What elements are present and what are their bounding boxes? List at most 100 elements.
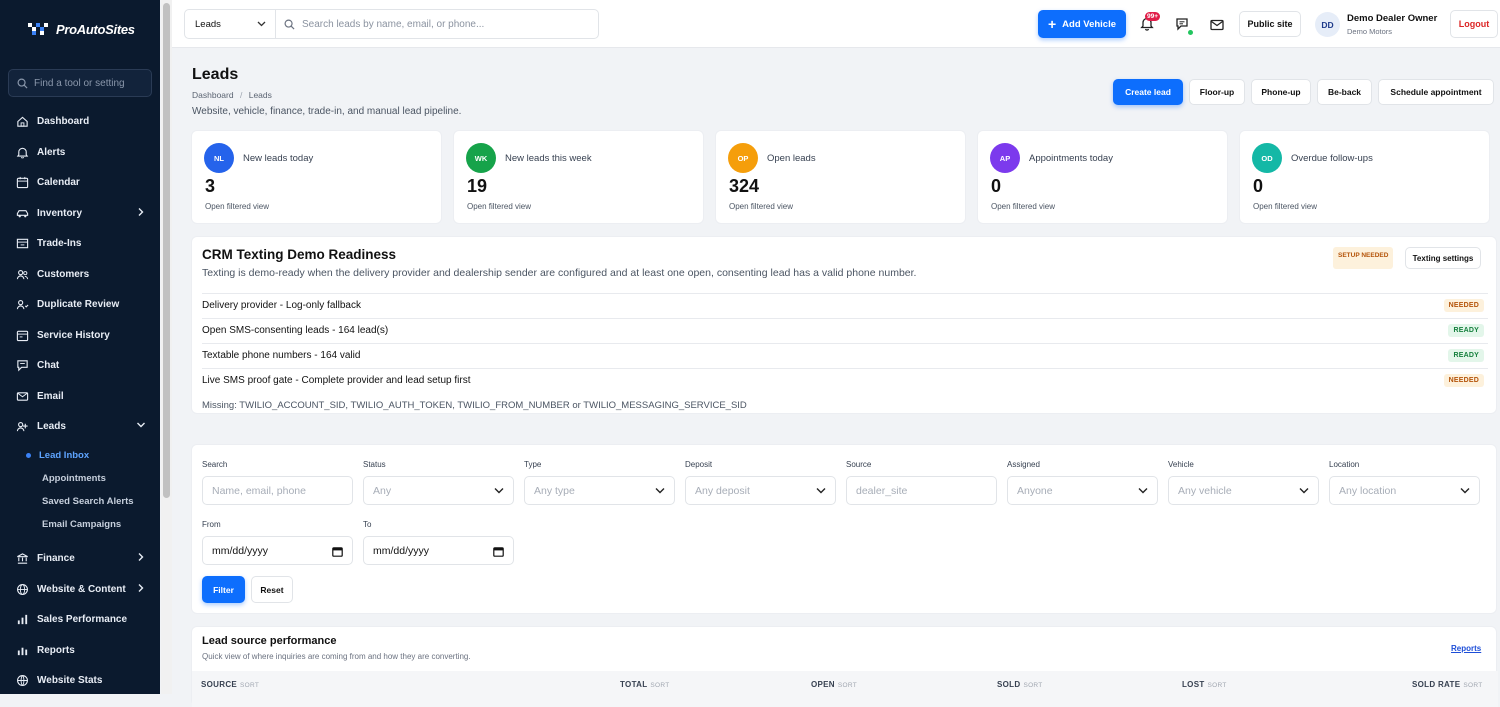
stat-label: Appointments today [1029,153,1113,164]
stat-card-appointments-today[interactable]: AP Appointments today 0 Open filtered view [977,130,1228,224]
stat-card-new-leads-this-week[interactable]: WK New leads this week 19 Open filtered vie… [453,130,704,224]
sidebar-item-label: Leads [37,420,66,432]
column-header-lost[interactable]: LOST SORT [1182,680,1227,689]
column-header-open[interactable]: OPEN SORT [811,680,857,689]
sidebar-subitem-lead-inbox[interactable]: Lead Inbox [26,450,89,461]
column-header-source[interactable]: SOURCE SORT [201,680,259,689]
add-vehicle-button[interactable]: + Add Vehicle [1038,10,1126,38]
sidebar-item-website-and-content[interactable]: Website & Content [16,579,152,599]
sidebar-subitem-saved-search-alerts[interactable]: Saved Search Alerts [30,496,134,507]
sidebar-item-leads[interactable]: Leads [16,416,152,436]
to-date-input[interactable]: mm/dd/yyyy [363,536,514,565]
car-icon [16,209,29,217]
notification-count-badge: 99+ [1145,12,1161,21]
filter-select-vehicle[interactable]: Any vehicle [1168,476,1319,505]
texting-settings-button[interactable]: Texting settings [1405,247,1481,269]
sidebar-item-customers[interactable]: Customers [16,264,152,284]
chevron-right-icon [138,208,144,216]
filter-label-vehicle: Vehicle [1168,460,1194,469]
floor-up-button[interactable]: Floor-up [1189,79,1245,105]
filter-placeholder: Name, email, phone [212,484,306,497]
source-perf-title: Lead source performance [202,635,337,647]
user-avatar[interactable]: DD [1315,12,1340,37]
open-filtered-view-link[interactable]: Open filtered view [205,202,269,211]
page-subtitle: Website, vehicle, finance, trade-in, and… [192,106,462,117]
chevron-down-icon [1138,488,1148,494]
lead-search-input[interactable]: Search leads by name, email, or phone... [275,9,599,39]
logout-label: Logout [1458,19,1490,29]
open-filtered-view-link[interactable]: Open filtered view [1253,202,1317,211]
sidebar-item-inventory[interactable]: Inventory [16,203,152,223]
filter-select-status[interactable]: Any [363,476,514,505]
crm-check-item: Delivery provider - Log-only fallback [202,300,361,311]
stat-value: 19 [467,176,488,196]
filter-select-type[interactable]: Any type [524,476,675,505]
sidebar-subitem-label: Lead Inbox [39,450,90,461]
logo[interactable]: ProAutoSites [26,20,135,38]
sidebar-item-trade-ins[interactable]: Trade-Ins [16,233,152,253]
chevron-right-icon [138,584,144,592]
sidebar-subitem-appointments[interactable]: Appointments [30,473,106,484]
filter-button[interactable]: Filter [202,576,245,603]
status-badge: NEEDED [1443,299,1484,312]
sidebar-scrollbar-thumb[interactable] [163,3,170,498]
breadcrumb-leads: Leads [248,90,272,100]
from-date-input[interactable]: mm/dd/yyyy [202,536,353,565]
column-header-sold-rate[interactable]: SOLD RATE SORT [1412,680,1482,689]
sidebar-item-website-stats[interactable]: Website Stats [16,670,152,690]
reports-link[interactable]: Reports [1451,644,1481,653]
filter-select-location[interactable]: Any location [1329,476,1480,505]
filter-select-assigned[interactable]: Anyone [1007,476,1158,505]
crm-check-item: Live SMS proof gate - Complete provider … [202,375,471,386]
filter-input-source[interactable]: dealer_site [846,476,997,505]
filter-placeholder: Any vehicle [1178,484,1232,497]
stat-avatar: NL [204,143,234,173]
sidebar-item-dashboard[interactable]: Dashboard [16,111,152,131]
sidebar-subitem-email-campaigns[interactable]: Email Campaigns [30,519,121,530]
sidebar-search-input[interactable]: Find a tool or setting [8,69,152,97]
scope-select[interactable]: Leads [184,9,276,39]
sidebar-item-chat[interactable]: Chat [16,355,152,375]
stat-avatar: AP [990,143,1020,173]
sidebar-item-sales-performance[interactable]: Sales Performance [16,609,152,629]
be-back-button[interactable]: Be-back [1317,79,1372,105]
open-filtered-view-link[interactable]: Open filtered view [467,202,531,211]
sidebar-item-alerts[interactable]: Alerts [16,142,152,162]
sort-label: SORT [1463,682,1483,689]
stat-card-overdue-follow-ups[interactable]: OD Overdue follow-ups 0 Open filtered view [1239,130,1490,224]
column-title: TOTAL [620,680,648,689]
open-filtered-view-link[interactable]: Open filtered view [991,202,1055,211]
sidebar-item-duplicate-review[interactable]: Duplicate Review [16,294,152,314]
sidebar-item-email[interactable]: Email [16,386,152,406]
public-site-button[interactable]: Public site [1239,11,1301,37]
setup-needed-badge: SETUP NEEDED [1333,247,1394,269]
active-indicator-dot [26,453,31,458]
reset-button[interactable]: Reset [251,576,293,603]
sort-label: SORT [1023,682,1043,689]
open-filtered-view-link[interactable]: Open filtered view [729,202,793,211]
schedule-appointment-button[interactable]: Schedule appointment [1378,79,1494,105]
sidebar-item-calendar[interactable]: Calendar [16,172,152,192]
email-button[interactable] [1210,18,1224,31]
crm-description: Texting is demo-ready when the delivery … [202,267,917,279]
search-icon [284,19,295,30]
sidebar-item-reports[interactable]: Reports [16,640,152,660]
stat-card-new-leads-today[interactable]: NL New leads today 3 Open filtered view [191,130,442,224]
stat-card-open-leads[interactable]: OP Open leads 324 Open filtered view [715,130,966,224]
history-icon [16,330,29,341]
column-header-total[interactable]: TOTAL SORT [620,680,670,689]
column-title: LOST [1182,680,1205,689]
filter-input-search[interactable]: Name, email, phone [202,476,353,505]
logout-button[interactable]: Logout [1450,10,1498,38]
column-header-sold[interactable]: SOLD SORT [997,680,1043,689]
sidebar-item-finance[interactable]: Finance [16,548,152,568]
create-lead-button[interactable]: Create lead [1113,79,1183,105]
status-badge: READY [1448,349,1484,362]
filter-placeholder: Any deposit [695,484,750,497]
bell-icon [16,147,29,158]
phone-up-button[interactable]: Phone-up [1251,79,1311,105]
breadcrumb-dashboard[interactable]: Dashboard [192,90,234,100]
finance-icon [17,552,28,564]
sidebar-item-service-history[interactable]: Service History [16,325,152,345]
filter-select-deposit[interactable]: Any deposit [685,476,836,505]
